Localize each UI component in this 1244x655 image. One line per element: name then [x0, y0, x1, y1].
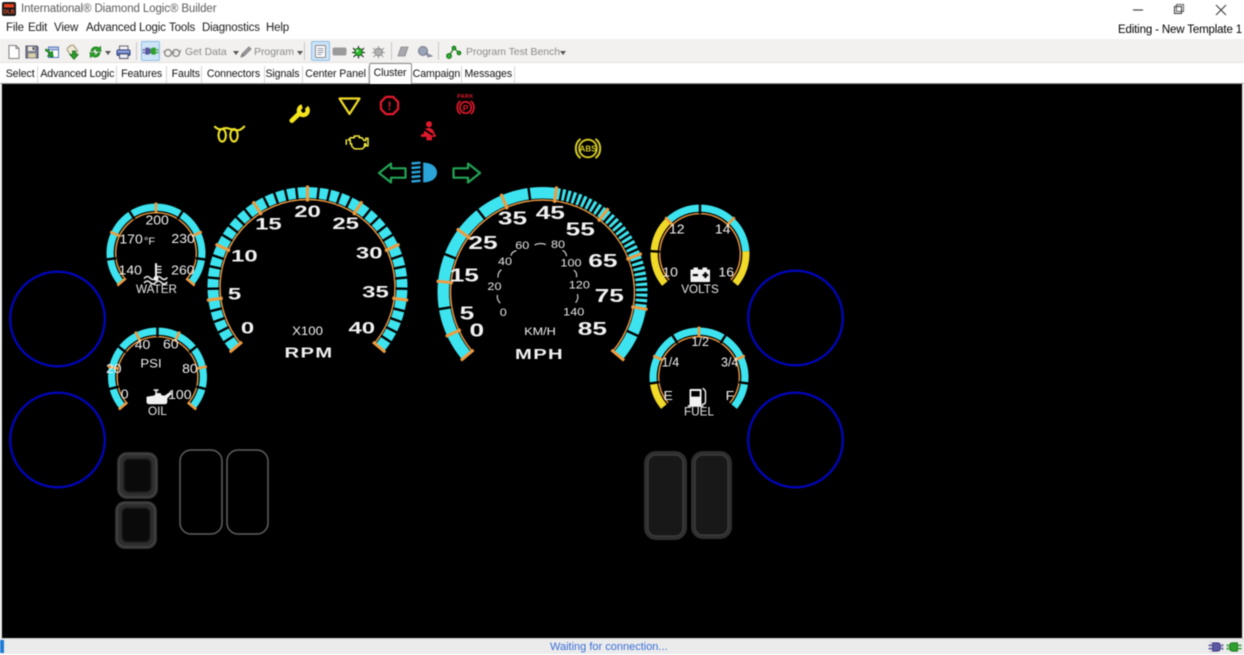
svg-text:170: 170	[119, 232, 142, 246]
svg-text:E: E	[663, 388, 672, 402]
svg-text:85: 85	[578, 318, 607, 339]
svg-text:40: 40	[348, 319, 375, 337]
svg-text:100: 100	[168, 388, 191, 402]
svg-text:40: 40	[498, 254, 512, 267]
svg-text:65: 65	[588, 250, 617, 271]
svg-text:260: 260	[171, 263, 194, 277]
svg-text:200: 200	[145, 213, 168, 227]
svg-text:0: 0	[121, 387, 129, 401]
svg-text:75: 75	[595, 285, 624, 306]
svg-text:60: 60	[163, 337, 179, 351]
svg-text:3/4: 3/4	[721, 355, 738, 369]
svg-text:80: 80	[551, 238, 565, 251]
svg-text:X100: X100	[292, 325, 323, 338]
svg-text:100: 100	[560, 256, 581, 269]
svg-text:VOLTS: VOLTS	[681, 283, 719, 296]
svg-text:20: 20	[106, 362, 122, 376]
svg-text:F: F	[726, 388, 735, 402]
svg-text:20: 20	[487, 279, 501, 292]
svg-text:OIL: OIL	[148, 405, 167, 418]
svg-text:PARK: PARK	[457, 94, 473, 100]
svg-text:10: 10	[231, 247, 258, 265]
svg-text:140: 140	[563, 305, 584, 318]
svg-text:1/4: 1/4	[662, 355, 679, 369]
svg-text:5: 5	[460, 302, 475, 323]
svg-text:ABS: ABS	[580, 145, 598, 154]
svg-text:140: 140	[119, 263, 142, 277]
svg-text:55: 55	[566, 219, 595, 240]
svg-text:20: 20	[294, 202, 321, 220]
svg-text:°F: °F	[144, 236, 155, 247]
svg-text:16: 16	[718, 265, 734, 279]
svg-text:12: 12	[669, 222, 685, 236]
svg-text:40: 40	[135, 338, 151, 352]
svg-text:MPH: MPH	[515, 346, 564, 363]
svg-text:45: 45	[536, 202, 565, 223]
svg-text:80: 80	[182, 362, 198, 376]
svg-text:KM/H: KM/H	[524, 324, 556, 337]
svg-text:0: 0	[500, 305, 507, 318]
svg-text:PSI: PSI	[140, 357, 161, 370]
svg-text:35: 35	[498, 207, 527, 228]
svg-text:1/2: 1/2	[692, 335, 709, 349]
svg-text:60: 60	[515, 239, 529, 252]
svg-text:25: 25	[468, 232, 497, 253]
svg-text:14: 14	[715, 222, 731, 236]
svg-text:P: P	[463, 103, 469, 113]
svg-text:0: 0	[241, 319, 254, 337]
svg-text:15: 15	[255, 215, 282, 233]
svg-text:10: 10	[662, 265, 678, 279]
svg-text:FUEL: FUEL	[684, 406, 715, 419]
svg-text:25: 25	[332, 214, 359, 232]
svg-text:WATER: WATER	[136, 283, 177, 296]
svg-text:!: !	[388, 99, 392, 113]
svg-text:120: 120	[569, 278, 590, 291]
svg-text:30: 30	[356, 244, 383, 262]
svg-text:15: 15	[450, 265, 479, 286]
svg-text:230: 230	[171, 232, 194, 246]
svg-text:5: 5	[228, 285, 241, 303]
svg-text:35: 35	[362, 283, 389, 301]
svg-text:RPM: RPM	[284, 344, 333, 361]
